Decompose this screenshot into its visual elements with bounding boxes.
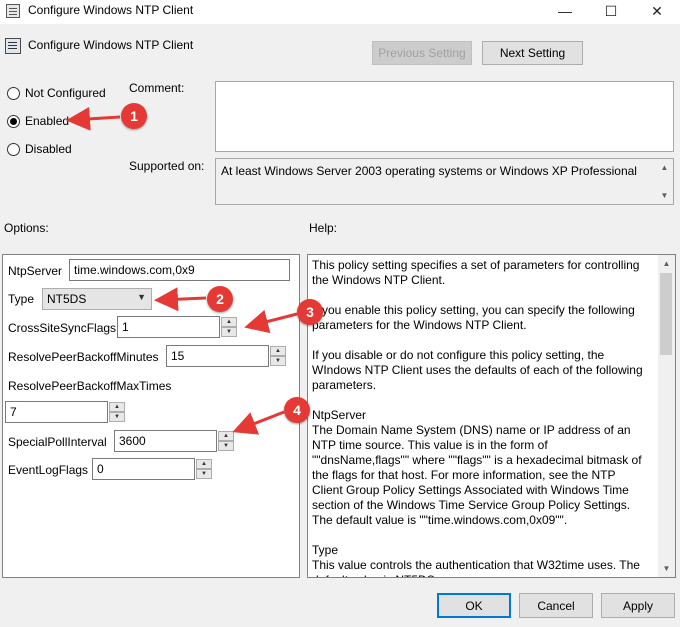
minimize-button[interactable]: — (542, 0, 588, 24)
backoff-max-input[interactable]: 7 (5, 401, 108, 423)
backoff-minutes-input[interactable]: 15 (166, 345, 269, 367)
maximize-button[interactable]: ☐ (588, 0, 634, 24)
radio-circle[interactable] (7, 114, 20, 128)
spin-down-icon[interactable]: ▼ (221, 327, 237, 337)
annotation-badge-2: 2 (207, 286, 233, 312)
previous-setting-button[interactable]: Previous Setting (372, 41, 472, 65)
spin-up-icon[interactable]: ▲ (221, 317, 237, 327)
next-setting-button[interactable]: Next Setting (482, 41, 583, 65)
spin-down-icon[interactable]: ▼ (218, 441, 234, 451)
help-panel[interactable]: This policy setting specifies a set of p… (307, 254, 676, 578)
crosssite-input[interactable]: 1 (117, 316, 220, 338)
backoff-minutes-stepper[interactable]: ▲ ▼ (270, 346, 286, 366)
eventlog-stepper[interactable]: ▲ ▼ (196, 459, 212, 479)
spin-up-icon[interactable]: ▲ (270, 346, 286, 356)
backoff-minutes-label: ResolvePeerBackoffMinutes (8, 350, 159, 364)
scroll-down-icon[interactable]: ▼ (658, 560, 675, 577)
spin-down-icon[interactable]: ▼ (196, 469, 212, 479)
backoff-max-label: ResolvePeerBackoffMaxTimes (8, 379, 172, 393)
backoff-max-stepper[interactable]: ▲ ▼ (109, 402, 125, 422)
radio-label: Enabled (25, 114, 70, 128)
specialpoll-label: SpecialPollInterval (8, 435, 107, 449)
options-label: Options: (4, 221, 49, 235)
scroll-up-icon[interactable]: ▲ (656, 159, 673, 176)
help-paragraph: NtpServer The Domain Name System (DNS) n… (312, 408, 642, 527)
ok-button[interactable]: OK (437, 593, 511, 618)
help-text: This policy setting specifies a set of p… (312, 258, 647, 577)
scroll-up-icon[interactable]: ▲ (658, 255, 675, 272)
supported-scrollbar[interactable]: ▲ ▼ (656, 159, 673, 204)
spin-down-icon[interactable]: ▼ (109, 412, 125, 422)
radio-circle[interactable] (7, 142, 20, 156)
eventlog-input[interactable]: 0 (92, 458, 195, 480)
specialpoll-stepper[interactable]: ▲ ▼ (218, 431, 234, 451)
supported-field: At least Windows Server 2003 operating s… (215, 158, 674, 205)
policy-icon (6, 4, 20, 18)
type-select[interactable]: NT5DS ▼ (42, 288, 152, 310)
crosssite-label: CrossSiteSyncFlags (8, 321, 117, 335)
type-value: NT5DS (47, 292, 87, 306)
cancel-button[interactable]: Cancel (519, 593, 593, 618)
spin-down-icon[interactable]: ▼ (270, 356, 286, 366)
help-paragraph: If you disable or do not configure this … (312, 348, 646, 392)
specialpoll-input[interactable]: 3600 (114, 430, 217, 452)
crosssite-stepper[interactable]: ▲ ▼ (221, 317, 237, 337)
radio-disabled[interactable]: Disabled (7, 142, 72, 156)
eventlog-label: EventLogFlags (8, 463, 89, 477)
radio-circle[interactable] (7, 86, 20, 100)
ntpserver-label: NtpServer (8, 264, 63, 278)
radio-label: Disabled (25, 142, 72, 156)
help-paragraph: If you enable this policy setting, you c… (312, 303, 639, 332)
scroll-thumb[interactable] (660, 273, 672, 355)
annotation-badge-1: 1 (121, 103, 147, 129)
spin-up-icon[interactable]: ▲ (196, 459, 212, 469)
help-scrollbar[interactable]: ▲ ▼ (658, 255, 675, 577)
scroll-down-icon[interactable]: ▼ (656, 187, 673, 204)
radio-label: Not Configured (25, 86, 106, 100)
annotation-badge-3: 3 (297, 299, 323, 325)
help-paragraph: This policy setting specifies a set of p… (312, 258, 643, 287)
chevron-down-icon: ▼ (137, 292, 146, 302)
spin-up-icon[interactable]: ▲ (218, 431, 234, 441)
help-paragraph: Type This value controls the authenticat… (312, 543, 640, 577)
annotation-badge-4: 4 (284, 397, 310, 423)
radio-not-configured[interactable]: Not Configured (7, 86, 106, 100)
close-button[interactable]: ✕ (634, 0, 680, 24)
arrow-1 (66, 106, 121, 131)
radio-enabled[interactable]: Enabled (7, 114, 69, 128)
type-label: Type (8, 292, 35, 306)
apply-button[interactable]: Apply (601, 593, 675, 618)
setting-title: Configure Windows NTP Client (28, 38, 194, 52)
help-label: Help: (309, 221, 338, 235)
setting-icon (5, 38, 21, 54)
supported-text: At least Windows Server 2003 operating s… (221, 164, 637, 178)
ntpserver-input[interactable]: time.windows.com,0x9 (69, 259, 290, 281)
supported-label: Supported on: (129, 159, 205, 173)
comment-label: Comment: (129, 81, 185, 95)
spin-up-icon[interactable]: ▲ (109, 402, 125, 412)
comment-field[interactable] (215, 81, 674, 152)
window-title: Configure Windows NTP Client (28, 3, 194, 17)
